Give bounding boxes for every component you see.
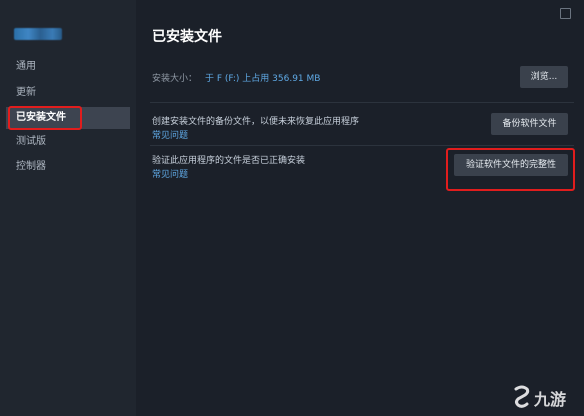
divider [150,145,574,146]
sidebar: 通用 更新 已安装文件 测试版 控制器 [0,0,136,416]
sidebar-item-betas[interactable]: 测试版 [6,131,130,153]
maximize-icon[interactable] [560,8,571,19]
backup-faq-link[interactable]: 常见问题 [152,128,188,141]
page-title: 已安装文件 [152,29,222,45]
backup-description: 创建安装文件的备份文件，以便未来恢复此应用程序 [152,117,360,127]
main-panel: 已安装文件 安装大小： 于 F (F:) 上占用 356.91 MB 浏览...… [136,0,584,416]
install-size-value: 于 F (F:) 上占用 356.91 MB [205,74,321,84]
watermark: 九游 [512,385,582,411]
browse-button[interactable]: 浏览... [520,66,568,88]
app-logo-blurred [14,28,62,40]
verify-faq-link[interactable]: 常见问题 [152,167,188,180]
backup-files-button[interactable]: 备份软件文件 [491,113,568,135]
sidebar-item-installed-files[interactable]: 已安装文件 [6,107,130,129]
sidebar-item-general[interactable]: 通用 [6,56,130,78]
watermark-logo-icon [514,385,530,408]
sidebar-item-updates[interactable]: 更新 [6,82,130,104]
verify-description: 验证此应用程序的文件是否已正确安装 [152,156,306,166]
divider [150,102,574,103]
sidebar-item-controller[interactable]: 控制器 [6,156,130,178]
watermark-text: 九游 [534,390,567,409]
verify-integrity-button[interactable]: 验证软件文件的完整性 [454,154,568,176]
install-size-label: 安装大小： [152,74,198,84]
